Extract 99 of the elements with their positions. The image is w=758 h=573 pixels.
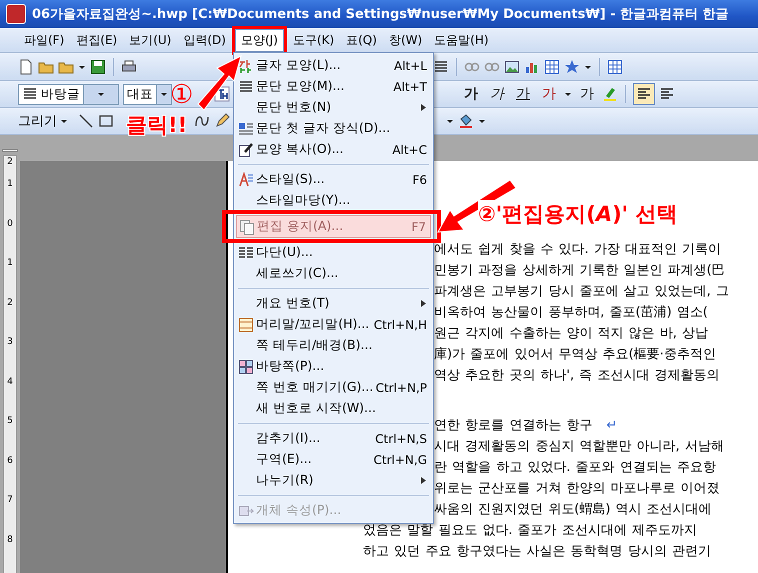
- document-text: 민봉기 과정을 상세하게 기록한 일본인 파계생(巴: [434, 263, 725, 278]
- document-text: 싸움의 진원지였던 위도(蝟島) 역시 조선시대에: [434, 502, 712, 517]
- document-text: 란 역할을 하고 있었다. 줄포와 연결되는 주요항: [434, 460, 716, 475]
- menu-option[interactable]: 문단 첫 글자 장식(D)...: [234, 118, 433, 139]
- menu-option[interactable]: 나누기(R): [234, 470, 433, 491]
- lines-icon: [22, 86, 38, 102]
- caret-icon: [60, 117, 68, 125]
- paragraph-mark: ↵: [606, 418, 618, 433]
- ruler-label: 5: [7, 415, 13, 428]
- menu-item[interactable]: 보기(U): [123, 28, 178, 52]
- document-text: 시대 경제활동의 중심지 역할뿐만 아니라, 서남해: [434, 439, 724, 454]
- line-icon[interactable]: [78, 113, 94, 129]
- ruler-label: 0: [7, 218, 13, 230]
- format-button[interactable]: 가: [460, 85, 482, 103]
- menu-option[interactable]: 스타일마당(Y)...: [234, 190, 433, 211]
- draw-menu[interactable]: 그리기: [18, 112, 74, 130]
- document-text: 역상 추요한 곳의 하나', 즉 조선시대 경제활동의: [434, 368, 720, 383]
- click-annotation: 클릭!!: [126, 112, 188, 139]
- menu-option[interactable]: 글자 모양(L)... Alt+L: [234, 55, 433, 76]
- format-button[interactable]: 가: [576, 85, 598, 103]
- caret-icon: [160, 90, 168, 98]
- caret-icon[interactable]: [478, 117, 486, 125]
- save-icon[interactable]: [90, 58, 106, 74]
- document-text: 庫)가 줄포에 있어서 무역상 추요(樞要·중추적인: [434, 347, 716, 362]
- style-icon: [238, 172, 254, 188]
- menu-option[interactable]: 머리말/꼬리말(H)... Ctrl+N,H: [234, 314, 433, 335]
- menu-option[interactable]: 편집 용지(A)... F7: [236, 215, 431, 238]
- annotation-arrow: [197, 55, 242, 111]
- step-number: ①: [170, 80, 194, 110]
- document-text: 연한 항로를 연결하는 항구: [434, 418, 592, 433]
- ruler-label: 1: [7, 257, 13, 270]
- highlighter-icon[interactable]: [602, 86, 618, 102]
- font-select[interactable]: 대표: [123, 84, 172, 104]
- menu-option[interactable]: 바탕쪽(P)...: [234, 356, 433, 377]
- rectangle-icon[interactable]: [98, 113, 114, 129]
- printer-icon[interactable]: [121, 58, 137, 74]
- lines-icon[interactable]: [433, 58, 449, 74]
- text-format-icon: [238, 58, 254, 74]
- window-title: 06가을자료집완성~.hwp [C:₩Documents and Settings₩nuser₩My Documents₩] - 한글과컴퓨터 한글: [32, 6, 729, 23]
- document-text: 비옥하여 농산물이 풍부하며, 줄포(茁浦) 염소(: [434, 305, 708, 320]
- menu-item[interactable]: 도구(K): [286, 28, 340, 52]
- ruler-label: 3: [7, 336, 13, 349]
- format-button[interactable]: 가: [486, 85, 508, 103]
- step-annotation: ②'편집용지(A)' 선택: [478, 200, 678, 228]
- menu-option[interactable]: 모양 복사(O)... Alt+C: [234, 139, 433, 160]
- ruler-corner-button[interactable]: [2, 149, 18, 152]
- menu-option[interactable]: 스타일(S)... F6: [234, 169, 433, 190]
- align-left-button[interactable]: [633, 83, 655, 105]
- document-text: 파계생은 고부봉기 당시 줄포에 살고 있었는데, 그: [434, 284, 729, 299]
- menu-option[interactable]: 문단 번호(N): [234, 97, 433, 118]
- image-icon[interactable]: [504, 58, 520, 74]
- brush-icon: [238, 142, 254, 158]
- ruler-label: 6: [7, 454, 13, 468]
- columns-icon: [238, 244, 254, 260]
- grid-icon[interactable]: [544, 58, 560, 74]
- ruler-label: 4: [7, 376, 13, 388]
- menu-option[interactable]: 쪽 번호 매기기(G)... Ctrl+N,P: [234, 377, 433, 398]
- paint-bucket-icon[interactable]: [458, 113, 474, 129]
- style-select[interactable]: 바탕글: [18, 84, 119, 104]
- menu-option[interactable]: 새 번호로 시작(W)...: [234, 398, 433, 419]
- document-text: 위로는 군산포를 거쳐 한양의 마포나루로 이어졌: [434, 481, 720, 496]
- page-grid-icon: [238, 358, 254, 374]
- menu-option[interactable]: 개요 번호(T): [234, 293, 433, 314]
- paragraph-icon: [238, 78, 254, 94]
- ruler-label: 8: [7, 534, 13, 546]
- pages-icon: [239, 218, 255, 234]
- drop-cap-icon: [238, 120, 254, 136]
- format-button[interactable]: 가: [512, 85, 534, 103]
- menu-item[interactable]: 표(Q): [340, 28, 383, 52]
- document-text: 에서도 쉽게 찾을 수 있다. 가장 대표적인 기록이: [434, 242, 722, 257]
- caret-icon[interactable]: [564, 90, 572, 98]
- document-text: 하고 있던 주요 항구였다는 사실은 동학혁명 당시의 관련기: [363, 544, 711, 559]
- caret-icon: [97, 90, 105, 98]
- document-text: 었음은 말할 필요도 없다. 줄포가 조선시대에 제주도까지: [363, 523, 697, 538]
- ruler-label: 1: [7, 178, 13, 191]
- new-document-icon[interactable]: [18, 58, 34, 74]
- menu-option[interactable]: 쪽 테두리/배경(B)...: [234, 335, 433, 356]
- format-button[interactable]: 가: [538, 85, 560, 103]
- menu-item[interactable]: 모양(J): [234, 28, 284, 52]
- ruler-label: 2: [7, 296, 13, 310]
- ruler-label: 2: [7, 156, 13, 169]
- caret-icon[interactable]: [446, 117, 454, 125]
- menu-item[interactable]: 입력(D): [177, 28, 232, 52]
- document-text: 원근 각지에 수출하는 양이 적지 않은 바, 상납: [434, 326, 708, 341]
- ruler-label: 7: [7, 494, 13, 507]
- menu-option[interactable]: 문단 모양(M)... Alt+T: [234, 76, 433, 97]
- menu-option[interactable]: 다단(U)...: [234, 242, 433, 263]
- menu-item[interactable]: 도움말(H): [428, 28, 495, 52]
- menu-option[interactable]: 감추기(I)... Ctrl+N,S: [234, 428, 433, 449]
- menu-item[interactable]: 창(W): [382, 28, 428, 52]
- menu-option[interactable]: 구역(E)... Ctrl+N,G: [234, 449, 433, 470]
- star-icon[interactable]: [564, 58, 580, 74]
- header-footer-icon: [238, 316, 254, 332]
- app-logo-icon: [6, 4, 26, 24]
- pencil-icon[interactable]: [214, 113, 230, 129]
- menu-item[interactable]: 파일(F): [18, 28, 70, 52]
- menu-option[interactable]: 세로쓰기(C)...: [234, 263, 433, 284]
- table-icon[interactable]: [607, 58, 623, 74]
- menu-item[interactable]: 편집(E): [70, 28, 124, 52]
